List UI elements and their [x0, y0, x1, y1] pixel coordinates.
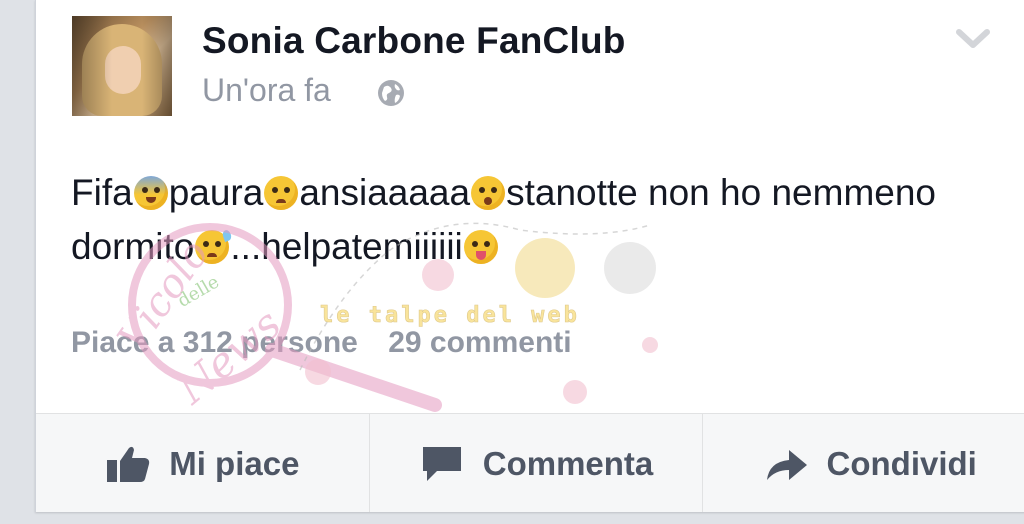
sweat-face-icon [195, 230, 230, 264]
comment-bubble-icon [422, 446, 461, 481]
post-card: Sonia Carbone FanClub Un'ora fa Fifa paur… [35, 0, 1024, 512]
like-button[interactable]: Mi piace [36, 414, 370, 512]
avatar-shade [72, 16, 172, 116]
post-text-segment: Fifa [71, 172, 133, 213]
share-arrow-icon [766, 449, 807, 480]
comments-count[interactable]: 29 commenti [388, 326, 571, 359]
like-label: Mi piace [169, 444, 300, 482]
post-timestamp[interactable]: Un'ora fa [202, 72, 331, 109]
hushed-face-icon [471, 176, 506, 210]
share-label: Condividi [826, 444, 977, 482]
comment-button[interactable]: Commenta [370, 414, 704, 512]
post-text-segment: paura [168, 172, 264, 213]
tongue-winking-face-icon [463, 230, 498, 264]
thumbs-up-icon [107, 446, 150, 482]
fearful-face-icon [133, 176, 168, 210]
disappointed-face-icon [264, 176, 299, 210]
globe-icon [378, 80, 404, 106]
post-message: Fifa paura ansiaaaaa stanotte non ho nemmen… [71, 166, 991, 274]
engagement-stats: Piace a 312 persone 29 commenti [71, 326, 594, 360]
post-text-segment: ansiaaaaa [299, 172, 471, 213]
author-name[interactable]: Sonia Carbone FanClub [202, 20, 626, 62]
chevron-down-icon[interactable] [956, 26, 990, 52]
comment-label: Commenta [482, 444, 654, 482]
likes-count[interactable]: Piace a 312 persone [71, 326, 358, 359]
author-avatar[interactable] [72, 16, 172, 116]
post-text-segment: ...helpatemiiiiii [230, 226, 463, 267]
action-bar: Mi piace Commenta Condividi [36, 413, 1024, 512]
share-button[interactable]: Condividi [703, 414, 1024, 512]
